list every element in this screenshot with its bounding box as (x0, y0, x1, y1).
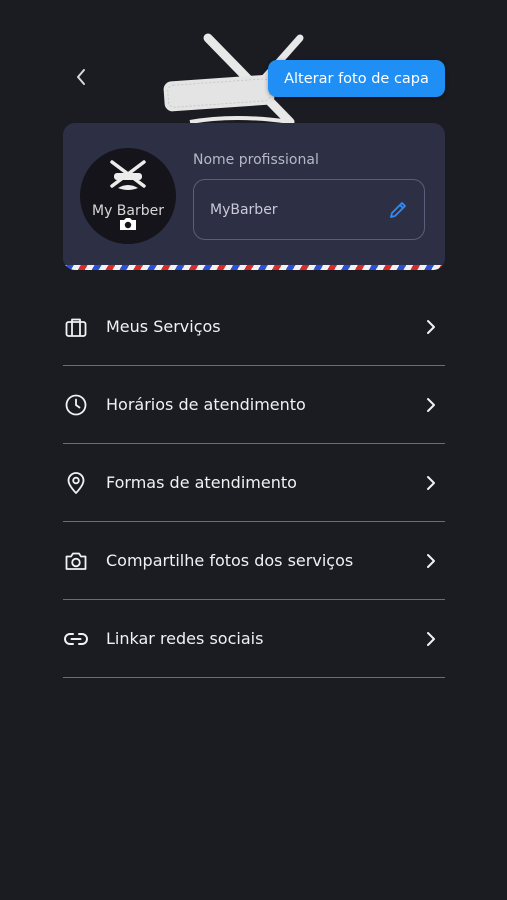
menu-item-service-modes[interactable]: Formas de atendimento (63, 444, 445, 522)
profile-card: My Barber Nome profissional MyBarber (63, 123, 445, 270)
briefcase-icon (63, 314, 89, 340)
settings-menu: Meus Serviços Horários de atendimento Fo… (63, 288, 445, 678)
avatar[interactable]: My Barber (80, 148, 176, 244)
professional-name-field[interactable]: MyBarber (193, 179, 425, 240)
camera-icon[interactable] (118, 216, 138, 232)
professional-name-value[interactable]: MyBarber (210, 202, 388, 218)
menu-item-label: Meus Serviços (106, 317, 221, 336)
menu-item-opening-hours[interactable]: Horários de atendimento (63, 366, 445, 444)
chevron-left-icon (77, 69, 85, 85)
clock-icon (63, 392, 89, 418)
professional-name-label: Nome profissional (193, 152, 319, 168)
menu-item-label: Compartilhe fotos dos serviços (106, 551, 354, 570)
chevron-right-icon (423, 475, 439, 491)
barber-logo-icon (110, 160, 146, 190)
menu-item-label: Linkar redes sociais (106, 629, 264, 648)
chevron-right-icon (423, 553, 439, 569)
back-button[interactable] (68, 64, 94, 90)
link-icon (63, 626, 89, 652)
menu-item-share-photos[interactable]: Compartilhe fotos dos serviços (63, 522, 445, 600)
barber-pole-stripe (63, 265, 445, 270)
chevron-right-icon (423, 319, 439, 335)
camera-icon (63, 548, 89, 574)
menu-item-social-links[interactable]: Linkar redes sociais (63, 600, 445, 678)
chevron-right-icon (423, 631, 439, 647)
menu-item-label: Formas de atendimento (106, 473, 297, 492)
change-cover-photo-button[interactable]: Alterar foto de capa (268, 60, 445, 97)
chevron-right-icon (423, 397, 439, 413)
pencil-icon[interactable] (388, 200, 408, 220)
location-pin-icon (63, 470, 89, 496)
menu-item-services[interactable]: Meus Serviços (63, 288, 445, 366)
menu-item-label: Horários de atendimento (106, 395, 306, 414)
